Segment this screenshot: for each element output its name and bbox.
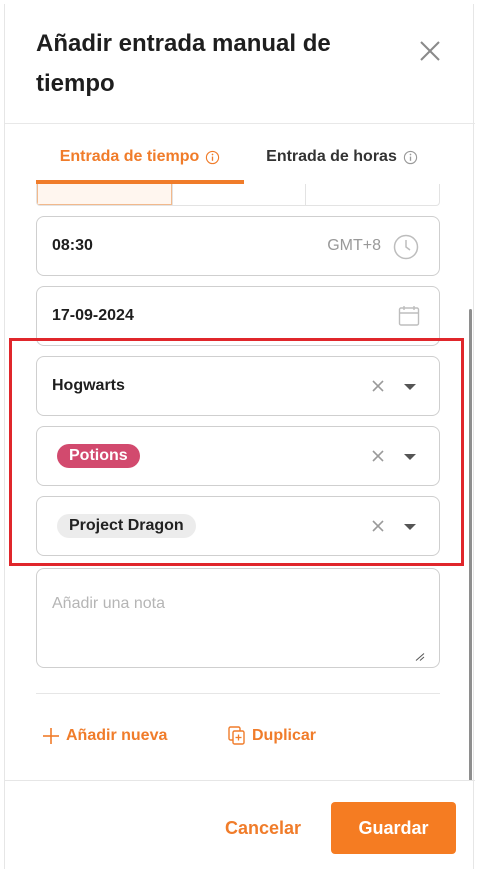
time-entry-dialog: Añadir entrada manual de tiempo Entrada …: [4, 4, 475, 869]
tab-time-entry-label: Entrada de tiempo: [59, 148, 200, 165]
dialog-title: Añadir entrada manual de tiempo: [36, 30, 331, 97]
note-placeholder: Añadir una nota: [52, 595, 165, 612]
chevron-down-icon[interactable]: [404, 453, 416, 461]
add-new-button[interactable]: Añadir nueva: [42, 722, 167, 750]
dialog-footer: Cancelar Guardar: [5, 780, 475, 869]
clear-tag-icon[interactable]: [371, 449, 385, 463]
entry-type-tabs: Entrada de tiempo Entrada de horas: [36, 130, 440, 184]
project-select[interactable]: Project Dragon: [36, 496, 440, 556]
date-value: 17-09-2024: [52, 307, 134, 324]
timezone-label: GMT+8: [327, 237, 381, 254]
client-value: Hogwarts: [52, 377, 125, 394]
segment-2[interactable]: [171, 184, 306, 205]
save-button[interactable]: Guardar: [331, 802, 456, 854]
duplicate-icon: [228, 726, 245, 745]
clear-client-icon[interactable]: [371, 379, 385, 393]
info-icon[interactable]: [403, 150, 418, 165]
note-textarea[interactable]: Añadir una nota: [36, 568, 440, 668]
tag-select[interactable]: Potions: [36, 426, 440, 486]
clear-project-icon[interactable]: [371, 519, 385, 533]
dialog-header: Añadir entrada manual de tiempo: [5, 4, 475, 124]
segment-1[interactable]: [37, 184, 172, 205]
close-icon[interactable]: [415, 36, 445, 66]
client-select[interactable]: Hogwarts: [36, 356, 440, 416]
time-field[interactable]: 08:30 GMT+8: [36, 216, 440, 276]
tab-time-entry[interactable]: Entrada de tiempo: [36, 130, 244, 184]
project-chip: Project Dragon: [57, 514, 196, 538]
info-icon[interactable]: [205, 150, 220, 165]
duplicate-label: Duplicar: [252, 727, 317, 744]
plus-icon: [43, 728, 59, 744]
mode-segmented-control: [36, 184, 440, 206]
time-value: 08:30: [52, 237, 93, 254]
tab-hours-entry[interactable]: Entrada de horas: [244, 130, 440, 184]
tag-chip: Potions: [57, 444, 140, 468]
add-new-label: Añadir nueva: [66, 727, 168, 744]
cancel-button[interactable]: Cancelar: [225, 805, 301, 851]
tab-hours-entry-label: Entrada de horas: [266, 148, 397, 165]
chevron-down-icon[interactable]: [404, 383, 416, 391]
segment-3[interactable]: [305, 184, 439, 205]
calendar-icon[interactable]: [398, 305, 420, 327]
chevron-down-icon[interactable]: [404, 523, 416, 531]
date-field[interactable]: 17-09-2024: [36, 286, 440, 346]
duplicate-button[interactable]: Duplicar: [228, 722, 316, 750]
scrollbar[interactable]: [469, 309, 472, 781]
clock-icon[interactable]: [393, 234, 419, 260]
divider: [36, 693, 440, 694]
resize-handle-icon[interactable]: [415, 653, 425, 661]
